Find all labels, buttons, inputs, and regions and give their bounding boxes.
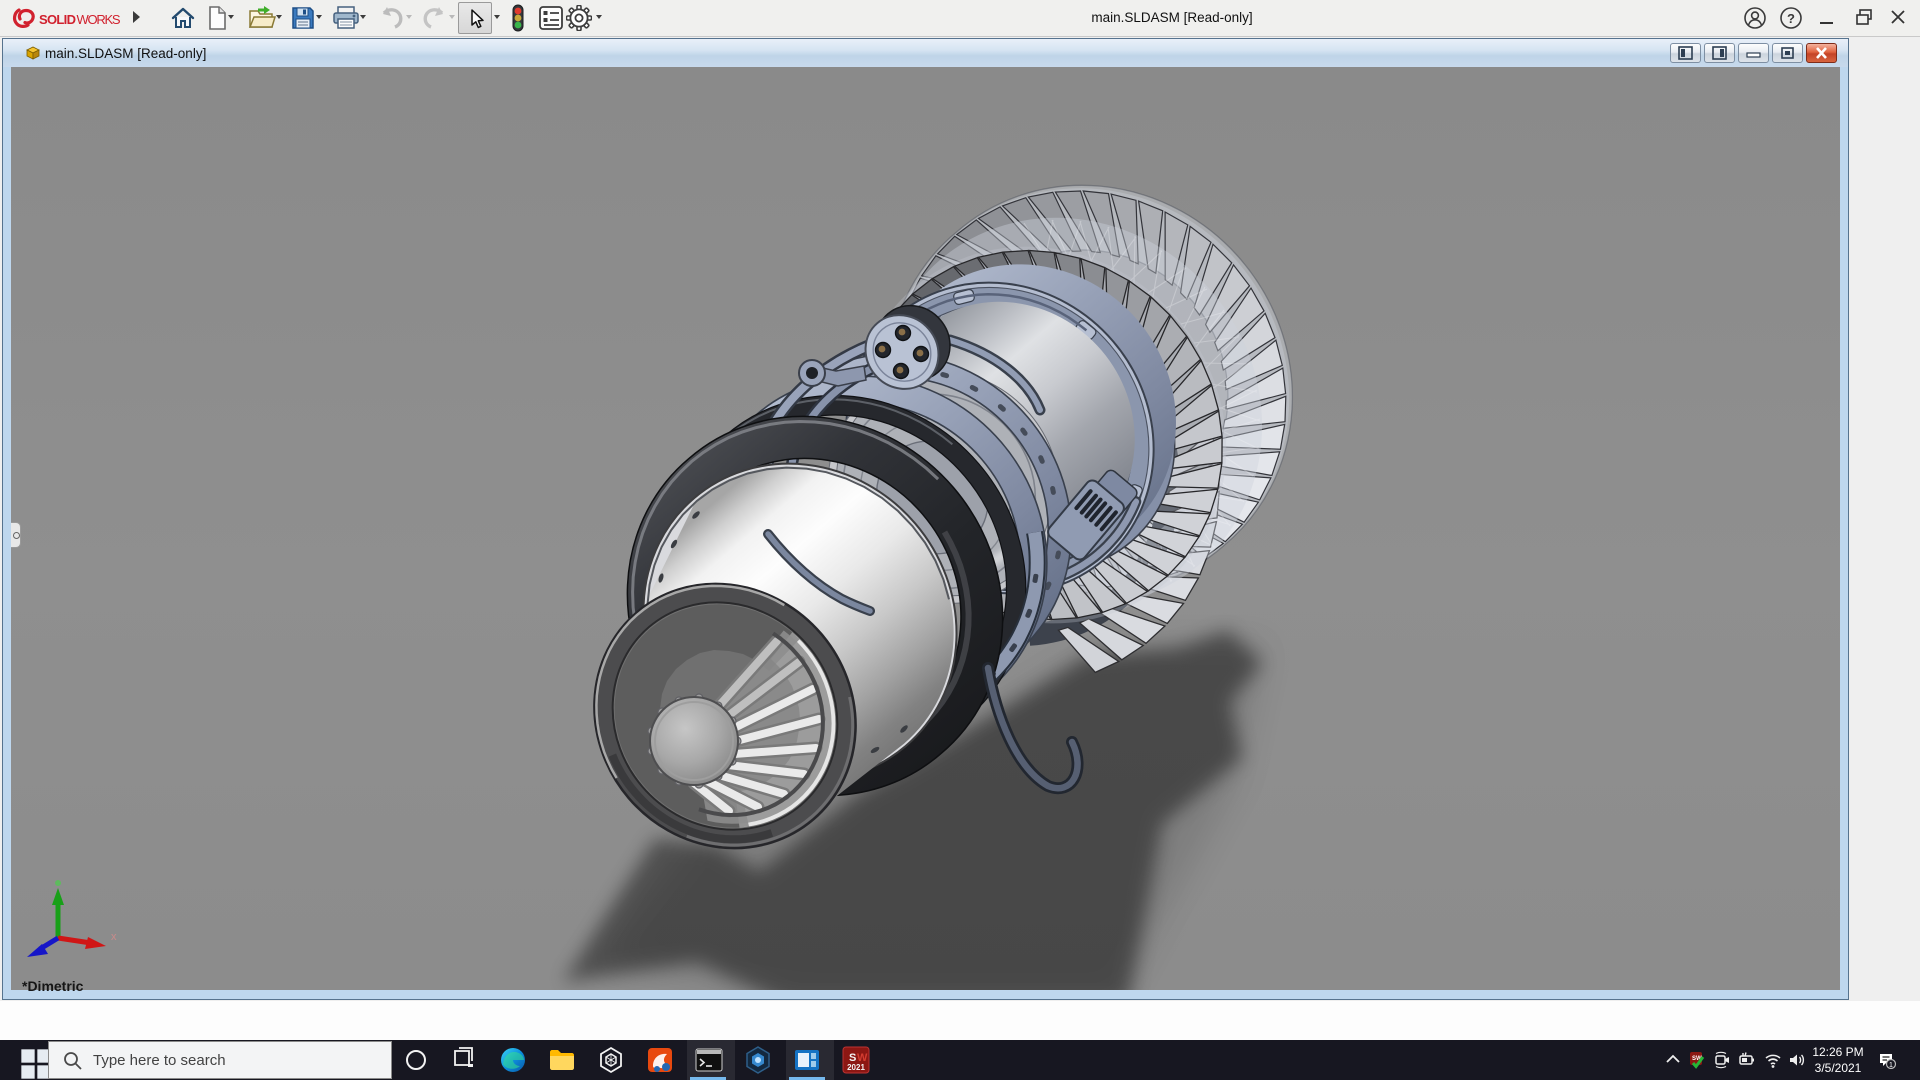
svg-text:?: ? xyxy=(1787,11,1795,26)
svg-text:WORKS: WORKS xyxy=(77,12,121,27)
svg-text:SOLID: SOLID xyxy=(39,12,76,27)
svg-text:1: 1 xyxy=(1889,1062,1893,1069)
svg-text:x: x xyxy=(111,931,117,943)
svg-text:2021: 2021 xyxy=(847,1063,865,1072)
